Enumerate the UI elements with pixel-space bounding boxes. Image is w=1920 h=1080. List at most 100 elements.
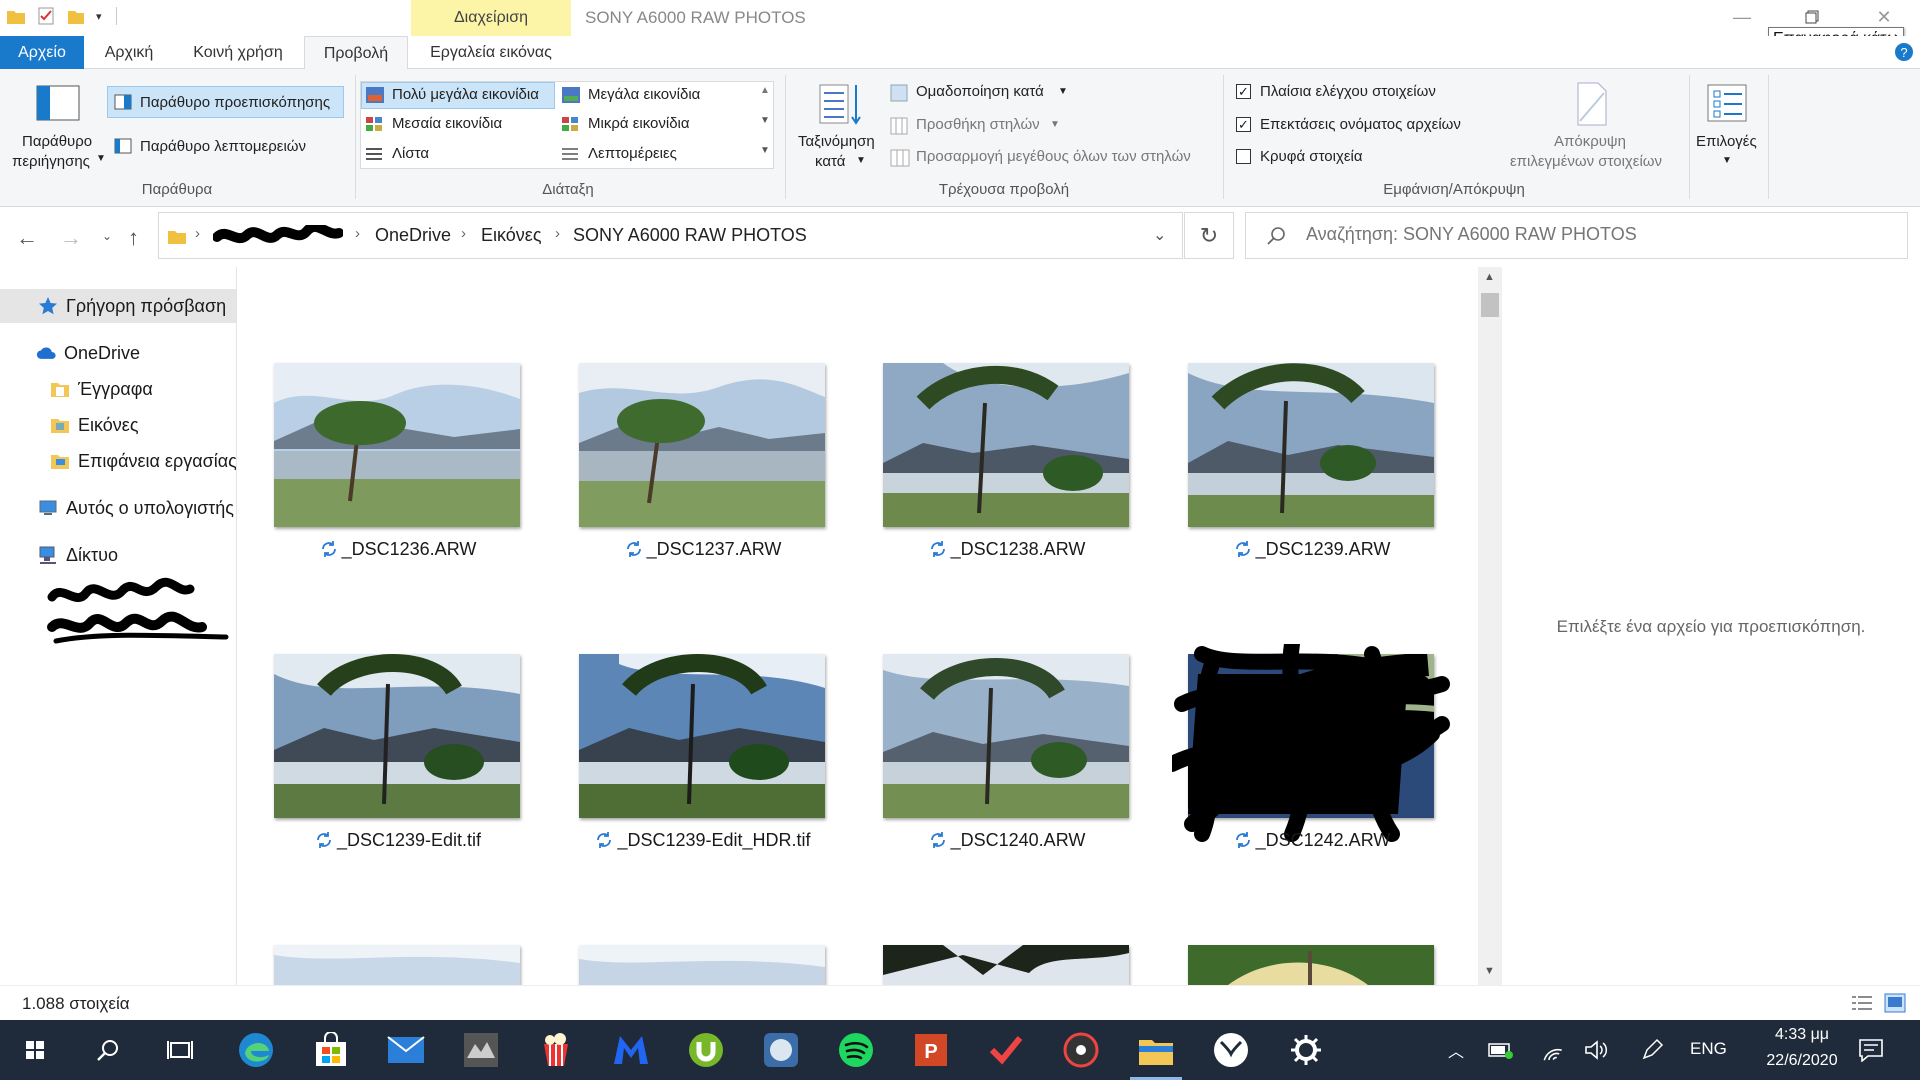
start-button[interactable] xyxy=(0,1020,70,1080)
volume-icon[interactable] xyxy=(1584,1038,1608,1062)
taskbar-spotify[interactable] xyxy=(820,1020,892,1080)
taskbar-edge[interactable] xyxy=(220,1020,292,1080)
hidden-items-checkbox[interactable] xyxy=(1236,149,1251,164)
nav-pictures[interactable]: Εικόνες xyxy=(0,408,236,442)
file-name[interactable]: _DSC1236.ARW xyxy=(254,539,542,560)
taskbar-app-hdr[interactable] xyxy=(445,1020,517,1080)
group-by-button[interactable]: Ομαδοποίηση κατά xyxy=(916,83,1044,100)
nav-pane-dropdown-icon[interactable]: ▼ xyxy=(96,153,106,164)
scrollbar-thumb[interactable] xyxy=(1481,293,1499,317)
nav-quick-access[interactable]: Γρήγορη πρόσβαση xyxy=(0,289,236,323)
nav-network[interactable]: Δίκτυο xyxy=(0,538,236,572)
search-box[interactable] xyxy=(1245,212,1908,259)
address-dropdown-icon[interactable]: ⌄ xyxy=(1153,225,1166,245)
nav-pane-label[interactable]: Παράθυρο xyxy=(22,133,92,150)
file-name[interactable]: _DSC1239-Edit.tif xyxy=(254,830,542,851)
clock-time[interactable]: 4:33 μμ xyxy=(1746,1026,1858,1044)
help-icon[interactable]: ? xyxy=(1894,42,1914,62)
item-checkboxes-label[interactable]: Πλαίσια ελέγχου στοιχείων xyxy=(1260,83,1436,100)
recent-locations-icon[interactable]: ⌄ xyxy=(102,229,112,243)
gallery-scroll-up-icon[interactable]: ▲ xyxy=(760,85,770,96)
file-name[interactable]: _DSC1242.ARW xyxy=(1168,830,1456,851)
refresh-button[interactable]: ↻ xyxy=(1184,212,1234,259)
file-name[interactable]: _DSC1237.ARW xyxy=(559,539,847,560)
tab-image-tools[interactable]: Εργαλεία εικόνας xyxy=(411,36,571,69)
properties-icon[interactable] xyxy=(36,6,56,26)
wifi-icon[interactable] xyxy=(1538,1038,1562,1062)
layout-extra-large[interactable]: Πολύ μεγάλα εικονίδια xyxy=(392,86,539,103)
options-icon[interactable] xyxy=(1706,83,1748,123)
nav-desktop[interactable]: Επιφάνεια εργασίας xyxy=(0,444,236,478)
file-extensions-label[interactable]: Επεκτάσεις ονόματος αρχείων xyxy=(1260,116,1461,133)
forward-arrow-icon[interactable]: → xyxy=(60,225,82,251)
taskbar-settings[interactable] xyxy=(1270,1020,1342,1080)
scroll-down-icon[interactable]: ▼ xyxy=(1484,965,1495,977)
file-name[interactable]: _DSC1238.ARW xyxy=(863,539,1151,560)
add-columns-dropdown-icon[interactable]: ▼ xyxy=(1050,119,1060,130)
large-icons-view-icon[interactable] xyxy=(1884,993,1906,1013)
add-columns-button[interactable]: Προσθήκη στηλών xyxy=(916,116,1040,133)
scroll-up-icon[interactable]: ▲ xyxy=(1484,271,1495,283)
file-name[interactable]: _DSC1240.ARW xyxy=(863,830,1151,851)
nav-documents[interactable]: Έγγραφα xyxy=(0,372,236,406)
breadcrumb-current[interactable]: SONY A6000 RAW PHOTOS xyxy=(573,225,807,246)
sort-by-dropdown-icon[interactable]: ▼ xyxy=(856,155,866,166)
nav-this-pc[interactable]: Αυτός ο υπολογιστής xyxy=(0,491,236,525)
new-folder-icon[interactable] xyxy=(66,6,86,26)
hide-selected-icon[interactable] xyxy=(1574,81,1610,127)
taskbar-utorrent[interactable] xyxy=(670,1020,742,1080)
gallery-scroll-down-icon[interactable]: ▼ xyxy=(760,115,770,126)
breadcrumb-onedrive[interactable]: OneDrive xyxy=(375,225,451,246)
hide-selected-label[interactable]: Απόκρυψη xyxy=(1554,133,1626,150)
options-label[interactable]: Επιλογές xyxy=(1696,133,1757,150)
sort-by-icon[interactable] xyxy=(818,81,862,127)
breadcrumb-pictures[interactable]: Εικόνες xyxy=(481,225,542,246)
size-columns-button[interactable]: Προσαρμογή μεγέθους όλων των στηλών xyxy=(916,148,1191,165)
layout-large[interactable]: Μεγάλα εικονίδια xyxy=(588,86,700,103)
taskbar-groove[interactable] xyxy=(1045,1020,1117,1080)
up-arrow-icon[interactable]: ↑ xyxy=(128,225,139,251)
tab-file[interactable]: Αρχείο xyxy=(0,36,84,69)
tray-overflow-icon[interactable]: ︿ xyxy=(1448,1038,1464,1062)
hidden-items-label[interactable]: Κρυφά στοιχεία xyxy=(1260,148,1363,165)
details-pane-button[interactable]: Παράθυρο λεπτομερειών xyxy=(140,138,306,155)
language-indicator[interactable]: ENG xyxy=(1690,1039,1727,1059)
taskbar-file-explorer[interactable] xyxy=(1120,1020,1192,1080)
taskbar-store[interactable] xyxy=(295,1020,367,1080)
options-dropdown-icon[interactable]: ▼ xyxy=(1722,155,1732,166)
file-name[interactable]: _DSC1239-Edit_HDR.tif xyxy=(559,830,847,851)
tab-home[interactable]: Αρχική xyxy=(88,36,170,69)
gallery-expand-icon[interactable]: ▼ xyxy=(760,145,770,156)
taskbar-popcorn[interactable] xyxy=(520,1020,592,1080)
layout-small[interactable]: Μικρά εικονίδια xyxy=(588,115,690,132)
item-checkboxes-checkbox[interactable]: ✓ xyxy=(1236,84,1251,99)
file-extensions-checkbox[interactable]: ✓ xyxy=(1236,117,1251,132)
clock-date[interactable]: 22/6/2020 xyxy=(1746,1052,1858,1070)
layout-medium[interactable]: Μεσαία εικονίδια xyxy=(392,115,502,132)
taskbar-app-ball[interactable] xyxy=(745,1020,817,1080)
details-view-icon[interactable] xyxy=(1852,994,1872,1012)
sort-by-label[interactable]: Ταξινόμηση xyxy=(798,133,875,150)
notifications-icon[interactable] xyxy=(1858,1038,1884,1062)
minimize-button[interactable]: — xyxy=(1714,0,1770,34)
layout-list[interactable]: Λίστα xyxy=(392,145,429,162)
nav-pane-label-2[interactable]: περιήγησης xyxy=(12,153,90,170)
back-arrow-icon[interactable]: ← xyxy=(16,225,38,251)
task-view-button[interactable] xyxy=(144,1020,216,1080)
tab-view[interactable]: Προβολή xyxy=(304,36,408,70)
folder-icon[interactable] xyxy=(6,6,26,26)
search-input[interactable] xyxy=(1306,224,1886,245)
taskbar-powerpoint[interactable]: P xyxy=(895,1020,967,1080)
taskbar-xbox[interactable] xyxy=(1195,1020,1267,1080)
address-bar[interactable]: › › OneDrive › Εικόνες › SONY A6000 RAW … xyxy=(158,212,1183,259)
layout-details[interactable]: Λεπτομέρειες xyxy=(588,145,677,162)
qat-dropdown-icon[interactable]: ▾ xyxy=(96,10,102,23)
taskbar-todo[interactable] xyxy=(970,1020,1042,1080)
navigation-pane-icon[interactable] xyxy=(36,85,80,121)
taskbar-search[interactable] xyxy=(72,1020,144,1080)
nav-onedrive[interactable]: OneDrive xyxy=(0,336,236,370)
vertical-scrollbar[interactable]: ▲ ▼ xyxy=(1478,267,1502,985)
sort-by-label-2[interactable]: κατά xyxy=(815,153,845,170)
taskbar-mail[interactable] xyxy=(370,1020,442,1080)
file-name[interactable]: _DSC1239.ARW xyxy=(1168,539,1456,560)
